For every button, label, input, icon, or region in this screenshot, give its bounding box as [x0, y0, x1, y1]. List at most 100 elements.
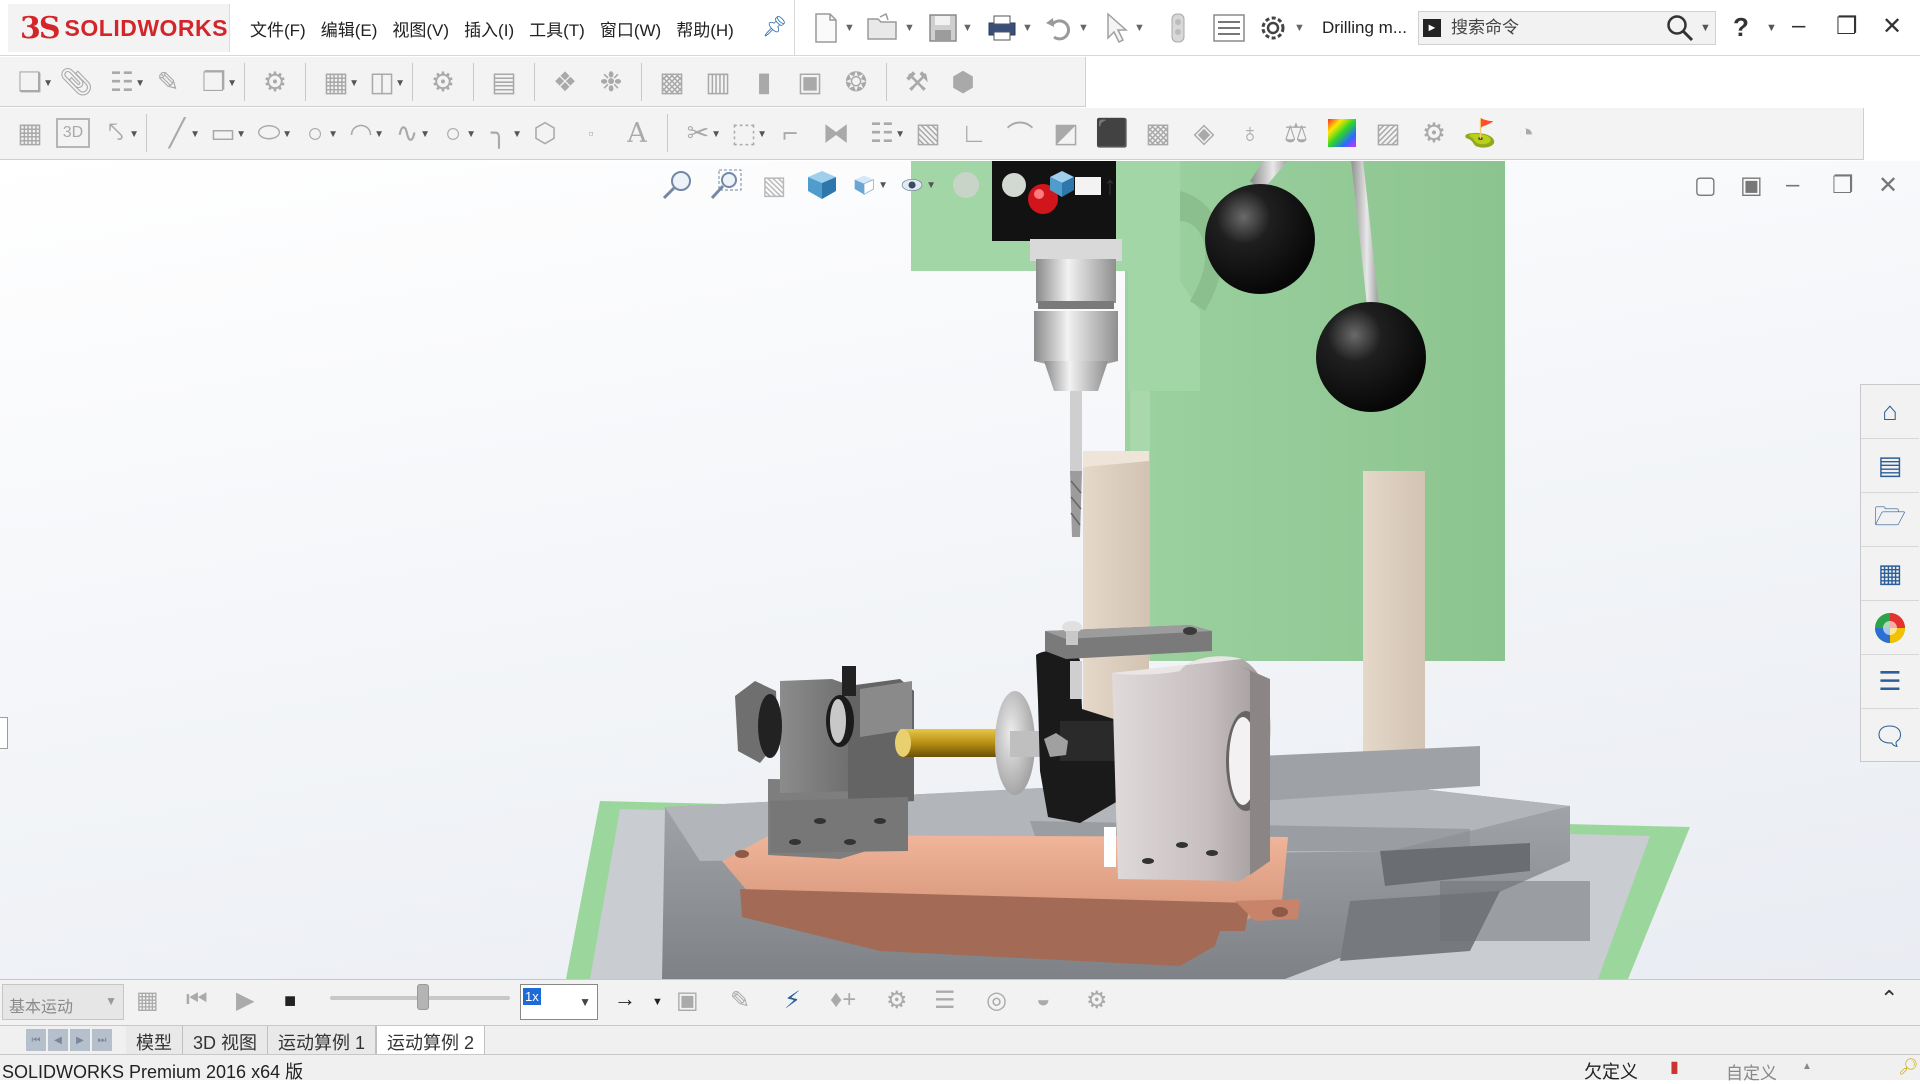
line-icon[interactable]: ╱ ▼	[157, 114, 200, 152]
help-icon[interactable]: ?	[1733, 12, 1749, 43]
view-orientation-icon[interactable]: ▼	[852, 167, 888, 203]
search-icon[interactable]	[1665, 13, 1695, 48]
update-speedpak-icon[interactable]: ⬢	[943, 63, 983, 101]
menu-window[interactable]: 窗口(W)	[600, 14, 661, 43]
chevron-down-icon[interactable]: ▼	[844, 22, 855, 34]
search-commands-icon[interactable]: ►	[1423, 19, 1441, 37]
motion-study-properties-icon[interactable]: ⚙	[1086, 986, 1108, 1015]
scene-icon[interactable]	[996, 167, 1032, 203]
viewport-minimize-icon[interactable]: –	[1786, 171, 1799, 199]
menu-edit[interactable]: 编辑(E)	[321, 14, 378, 43]
point-icon[interactable]: ▫	[571, 114, 611, 152]
section-view-icon[interactable]	[804, 167, 840, 203]
viewport-restore-icon[interactable]: ❐	[1832, 171, 1854, 200]
smart-dimension-icon[interactable]: ⤣ ▼	[96, 114, 139, 152]
play-from-start-icon[interactable]: ⏮︎	[186, 986, 208, 1014]
linear-sketch-pattern-icon[interactable]: ☷ ▼	[862, 114, 905, 152]
explode-line-icon[interactable]: ❉	[591, 63, 631, 101]
tab-motion-study-2[interactable]: 运动算例 2	[376, 1026, 486, 1055]
menu-view[interactable]: 视图(V)	[392, 14, 449, 43]
gravity-icon[interactable]: ◒	[1036, 986, 1051, 1014]
feature-tree-flyout-handle[interactable]	[0, 717, 8, 749]
split-right-icon[interactable]: ▣	[1740, 171, 1763, 200]
arc-icon[interactable]: ◠ ▼	[341, 114, 384, 152]
spline-icon[interactable]: ∿ ▼	[387, 114, 430, 152]
add-key-icon[interactable]: ♦+	[830, 986, 856, 1014]
restore-icon[interactable]: ❐	[1836, 12, 1858, 41]
reference-geometry-icon[interactable]: ◫ ▼	[362, 63, 405, 101]
view-axis-icon[interactable]: ↑	[1092, 167, 1128, 203]
chevron-down-icon[interactable]: ▼	[962, 22, 973, 34]
options-button[interactable]: ▼	[1256, 10, 1305, 46]
zoom-to-fit-icon[interactable]	[660, 167, 696, 203]
measure-icon[interactable]: ▣	[790, 63, 830, 101]
routing-icon[interactable]: ⬛	[1092, 114, 1132, 152]
weldments-icon[interactable]: ∟	[954, 114, 994, 152]
convert-entities-icon[interactable]: ⬚ ▼	[724, 114, 767, 152]
forum-icon[interactable]: 🗨︎	[1861, 709, 1919, 763]
chevron-up-icon[interactable]: ▲	[1802, 1061, 1812, 1072]
tab-motion-study-1[interactable]: 运动算例 1	[268, 1026, 377, 1055]
move-component-icon[interactable]: ❐ ▼	[194, 63, 237, 101]
ellipse-icon[interactable]: ○ ▼	[433, 114, 476, 152]
graphics-area[interactable]: ▧ ▼ ▼ ↑ ▢ ▣ – ❐ ✕ ⌂ ▤ 🗁︎ ▦ ☰ 🗨︎	[0, 161, 1920, 979]
draft-analysis-icon[interactable]: ▨	[1368, 114, 1408, 152]
play-icon[interactable]: ▶	[236, 986, 254, 1015]
show-hidden-icon[interactable]: ⚙	[255, 63, 295, 101]
quick-tips-icon[interactable]: 🔎︎	[1898, 1057, 1918, 1077]
appearance-icon[interactable]	[948, 167, 984, 203]
save-button[interactable]: ▼	[928, 10, 973, 46]
close-icon[interactable]: ✕	[1882, 12, 1902, 41]
collapse-motion-manager-icon[interactable]: ⌃	[1880, 986, 1898, 1012]
insert-component-icon[interactable]: ❑ ▼	[10, 63, 53, 101]
sheet-metal-icon[interactable]: ◩	[1046, 114, 1086, 152]
file-explorer-icon[interactable]: 🗁︎	[1861, 493, 1919, 547]
print-button[interactable]: ▼	[986, 10, 1033, 46]
viewport-close-icon[interactable]: ✕	[1878, 171, 1898, 200]
assembly-features-icon[interactable]: ▦ ▼	[316, 63, 359, 101]
playback-speed-select[interactable]: 1x ▼	[520, 984, 598, 1020]
menu-insert[interactable]: 插入(I)	[464, 14, 514, 43]
minimize-icon[interactable]: –	[1792, 12, 1805, 40]
offset-entities-icon[interactable]: ⌐	[770, 114, 810, 152]
menu-tools[interactable]: 工具(T)	[529, 14, 585, 43]
mass-properties-icon[interactable]: ❂	[836, 63, 876, 101]
chevron-down-icon[interactable]: ▼	[1134, 22, 1145, 34]
search-input[interactable]	[1451, 18, 1651, 38]
exploded-view-icon[interactable]: ❖	[545, 63, 585, 101]
menu-help[interactable]: 帮助(H)	[676, 14, 734, 43]
pin-menu-icon[interactable]: 📌︎	[762, 14, 787, 39]
costing-icon[interactable]: ⛳	[1460, 114, 1500, 152]
polygon-icon[interactable]: ⬡	[525, 114, 565, 152]
tab-model[interactable]: 模型	[126, 1026, 183, 1055]
curve-icon[interactable]: ⌒	[1000, 114, 1040, 152]
last-tab-icon[interactable]: ⏭︎	[92, 1029, 112, 1051]
smart-fasteners-icon[interactable]: ✎	[148, 63, 188, 101]
sketch-icon[interactable]: ▦	[10, 114, 50, 152]
design-library-icon[interactable]: ▤	[1861, 439, 1919, 493]
study-type-select[interactable]: 基本运动 ▼	[2, 984, 124, 1020]
zebra-stripes-icon[interactable]	[1322, 114, 1362, 152]
previous-tab-icon[interactable]: ◀	[48, 1029, 68, 1051]
balance-icon[interactable]: ⚖	[1276, 114, 1316, 152]
clearance-verification-icon[interactable]: ▥	[698, 63, 738, 101]
chevron-down-icon[interactable]: ▼	[904, 22, 915, 34]
mirror-entities-icon[interactable]: ⧓	[816, 114, 856, 152]
units-select[interactable]: 自定义	[1726, 1059, 1777, 1084]
sketch-picture-icon[interactable]: ▧	[908, 114, 948, 152]
hide-show-items-icon[interactable]: ▼	[900, 167, 936, 203]
split-left-icon[interactable]: ▢	[1694, 171, 1717, 200]
spring-icon[interactable]: ☰	[934, 986, 956, 1015]
chevron-down-icon[interactable]: ▼	[1022, 22, 1033, 34]
surface-icon[interactable]: ◈	[1184, 114, 1224, 152]
linear-pattern-icon[interactable]: ☷ ▼	[102, 63, 145, 101]
circle-icon[interactable]: ○ ▼	[295, 114, 338, 152]
chevron-down-icon[interactable]: ▼	[1294, 22, 1305, 34]
new-motion-study-icon[interactable]: ⚙	[423, 63, 463, 101]
home-icon[interactable]: ⌂	[1861, 385, 1919, 439]
analysis-icon[interactable]: ♁	[1230, 114, 1270, 152]
trim-entities-icon[interactable]: ✂ ▼	[678, 114, 721, 152]
playback-slider-thumb[interactable]	[417, 984, 429, 1010]
bill-of-materials-icon[interactable]: ▤	[484, 63, 524, 101]
contact-icon[interactable]: ◎	[986, 986, 1007, 1015]
